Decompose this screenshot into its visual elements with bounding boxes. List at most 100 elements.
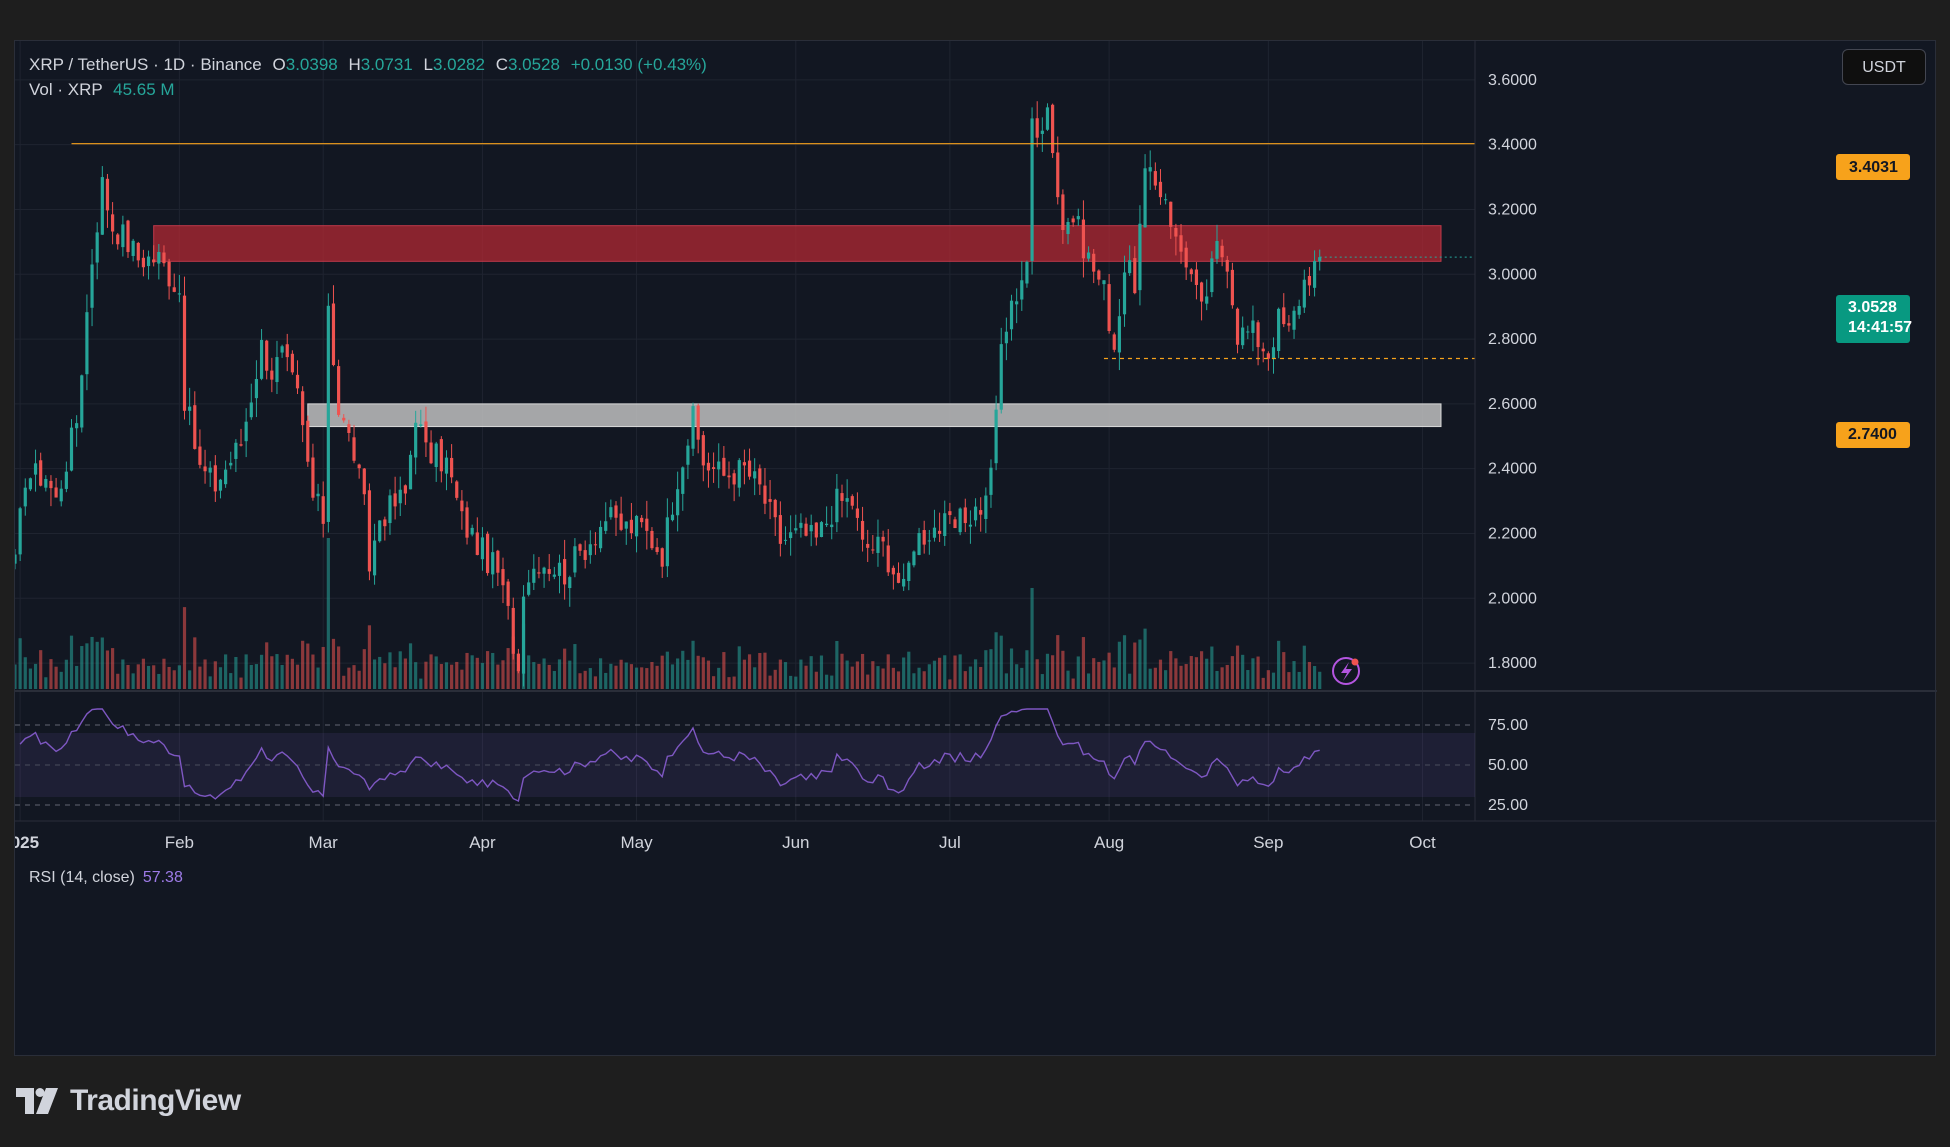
volume-bar — [557, 659, 562, 689]
volume-bar — [414, 662, 418, 689]
candle-body — [388, 495, 392, 524]
volume-label[interactable]: Vol · XRP — [29, 80, 102, 99]
volume-bar — [953, 655, 957, 689]
volume-bar — [1230, 656, 1234, 689]
volume-bar — [33, 663, 38, 689]
current-price: 3.0528 — [1848, 299, 1897, 316]
volume-bar — [634, 667, 639, 689]
candle-body — [1061, 194, 1065, 230]
currency-button[interactable]: USDT — [1842, 49, 1926, 85]
candle-body — [239, 444, 243, 446]
candle-body — [33, 463, 38, 475]
candle-body — [953, 519, 957, 529]
candle-body — [676, 489, 680, 516]
candle-body — [1287, 323, 1291, 326]
volume-bar — [706, 660, 711, 689]
candle-body — [1092, 253, 1096, 272]
volume-bar — [1122, 635, 1127, 689]
volume-bar — [521, 623, 526, 689]
candle-body — [619, 513, 623, 530]
candle-body — [1261, 348, 1265, 352]
symbol-pair[interactable]: XRP / TetherUS · 1D · Binance — [29, 55, 262, 74]
symbol-legend: XRP / TetherUS · 1D · Binance O3.0398 H3… — [29, 55, 707, 75]
volume-bar — [860, 653, 865, 689]
candle-body — [496, 550, 500, 573]
candle-body — [1066, 221, 1070, 235]
volume-bar — [39, 650, 43, 689]
volume-bar — [660, 655, 664, 689]
volume-bar — [819, 655, 824, 689]
chart-frame[interactable]: 1.8000 2.0000 2.2000 2.4000 2.6000 2.8000 3.00… — [14, 40, 1937, 1057]
price-axis-label: 2.0000 — [1488, 590, 1537, 607]
candle-body — [845, 498, 849, 502]
volume-bar — [655, 665, 659, 689]
candle-body — [1025, 261, 1029, 284]
candle-body — [1210, 258, 1214, 293]
candle-body — [640, 517, 644, 523]
candle-body — [557, 562, 562, 576]
candle-body — [306, 420, 310, 462]
volume-bar — [619, 659, 623, 689]
volume-bar — [1158, 659, 1163, 689]
volume-bar — [213, 661, 217, 689]
candle-body — [1133, 258, 1137, 294]
candle-body — [152, 259, 156, 263]
volume-bar — [1184, 664, 1188, 689]
candle-body — [491, 552, 495, 575]
time-axis-label: Oct — [1409, 833, 1436, 852]
candle-body — [789, 532, 793, 539]
candle-body — [1102, 280, 1106, 285]
volume-bar — [614, 665, 618, 689]
volume-bar — [198, 666, 202, 689]
tradingview-logo[interactable]: TradingView — [16, 1084, 241, 1118]
rsi-axis-label: 75.00 — [1488, 717, 1528, 734]
volume-bar — [49, 659, 53, 689]
candle-body — [866, 543, 870, 548]
volume-bar — [85, 643, 89, 689]
volume-bar — [1225, 664, 1229, 689]
volume-bar — [439, 664, 443, 689]
volume-bar — [342, 675, 346, 689]
volume-bar — [773, 669, 777, 689]
volume-bar — [383, 663, 387, 689]
volume-bar — [516, 669, 520, 689]
volume-bar — [1076, 656, 1080, 689]
volume-bar — [1056, 635, 1060, 689]
volume-bar — [866, 674, 870, 689]
volume-bar — [1112, 667, 1116, 689]
volume-bar — [18, 638, 22, 689]
candle-body — [886, 545, 890, 573]
volume-bar — [485, 651, 490, 689]
time-axis-label: Feb — [165, 833, 194, 852]
volume-bar — [691, 640, 695, 689]
candle-body — [655, 547, 659, 552]
volume-bar — [717, 667, 721, 689]
volume-bar — [1292, 661, 1296, 689]
volume-bar — [1009, 648, 1014, 689]
volume-bar — [306, 643, 310, 689]
candle-body — [362, 468, 366, 495]
rsi-label[interactable]: RSI (14, close) — [29, 869, 135, 886]
candle-body — [95, 232, 99, 263]
price-chart[interactable]: 1.8000 2.0000 2.2000 2.4000 2.6000 2.8000 3.00… — [15, 41, 1937, 1057]
time-axis-label: Sep — [1253, 833, 1283, 852]
flash-dot — [1351, 658, 1359, 666]
volume-bar — [1020, 667, 1024, 689]
volume-bar — [1092, 658, 1096, 689]
candle-body — [809, 524, 813, 532]
candle-body — [501, 569, 505, 586]
volume-bar — [44, 677, 48, 689]
candle-body — [855, 508, 860, 518]
candle-body — [819, 522, 824, 538]
candle-body — [188, 406, 192, 411]
candle-body — [59, 488, 63, 502]
volume-bar — [896, 671, 901, 689]
candle-body — [393, 493, 397, 507]
volume-bar — [254, 664, 259, 689]
volume-bar — [598, 658, 603, 689]
volume-bar — [1015, 664, 1019, 689]
candle-body — [1179, 235, 1183, 252]
price-axis-label: 3.4000 — [1488, 137, 1537, 154]
volume-bar — [1261, 677, 1265, 689]
volume-bar — [907, 651, 911, 689]
